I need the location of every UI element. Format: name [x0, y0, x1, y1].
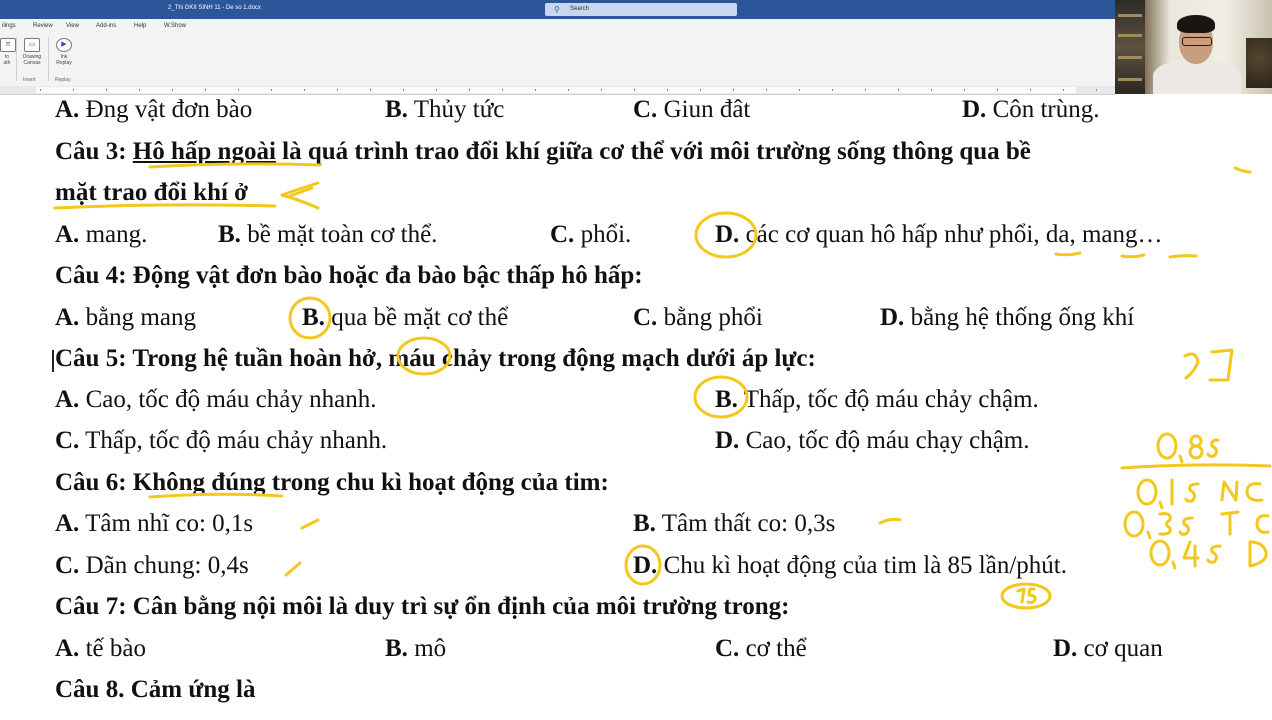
ink-replay-button[interactable]: ▶ Ink Replay	[52, 38, 76, 66]
ruler-tick	[139, 89, 140, 91]
ruler-tick	[271, 89, 272, 91]
text-cursor	[52, 350, 54, 372]
ruler-tick	[106, 89, 107, 91]
q7-option-b: B. mô	[385, 635, 447, 662]
tab-add-ins[interactable]: Add-ins	[96, 23, 116, 29]
q6-option-a: A. Tâm nhĩ co: 0,1s	[55, 510, 254, 537]
q6-question: Câu 6: Không đúng trong chu kì hoạt động…	[55, 469, 609, 496]
search-box[interactable]: ⚲ Search	[545, 3, 737, 16]
ruler-tick	[436, 89, 437, 91]
ruler-tick	[205, 89, 206, 91]
ruler-tick	[73, 89, 74, 91]
drawing-canvas-label: Drawing Canvas	[22, 54, 42, 66]
presenter-glasses	[1182, 37, 1212, 46]
ruler-tick	[568, 89, 569, 91]
q2-option-c: C. Giun đât	[633, 96, 751, 123]
q5-option-a: A. Cao, tốc độ máu chảy nhanh.	[55, 386, 377, 413]
ink-replay-label: Ink Replay	[56, 54, 72, 66]
drawing-canvas-button[interactable]: ▭ Drawing Canvas	[19, 38, 45, 66]
q7-question: Câu 7: Cân bằng nội môi là duy trì sự ổn…	[55, 593, 790, 620]
ruler-tick	[700, 89, 701, 91]
ruler-tick	[172, 89, 173, 91]
ruler-tick	[799, 89, 800, 91]
ruler-tick	[766, 89, 767, 91]
ruler-tick	[1030, 89, 1031, 91]
document-page[interactable]: A. Đng vật đơn bào B. Thủy tức C. Giun đ…	[0, 94, 1272, 720]
ruler-tick	[931, 89, 932, 91]
q4-option-b: B. qua bề mặt cơ thể	[302, 304, 509, 331]
math-icon: π	[0, 38, 16, 52]
q3-option-a: A. mang.	[55, 221, 148, 248]
ruler-tick	[535, 89, 536, 91]
presenter-hair	[1177, 15, 1215, 33]
ruler-tick	[964, 89, 965, 91]
search-icon: ⚲	[554, 5, 560, 14]
q5-option-c: C. Thấp, tốc độ máu chảy nhanh.	[55, 427, 388, 454]
group-insert-label: Insert	[23, 77, 36, 83]
ruler-tick	[304, 89, 305, 91]
q2-option-d: D. Côn trùng.	[962, 96, 1100, 123]
tab-view[interactable]: View	[66, 23, 79, 29]
ribbon-separator	[16, 37, 17, 81]
q6-option-b: B. Tâm thất co: 0,3s	[633, 510, 836, 537]
ruler-tick	[40, 89, 41, 91]
title-bar: 2_Thi GKII SINH 11 - De so 1.docx ⚲ Sear…	[0, 0, 1115, 19]
q2-option-b: B. Thủy tức	[385, 96, 505, 123]
q7-option-a: A. tế bào	[55, 635, 146, 662]
ruler-page-area	[36, 87, 1076, 93]
ribbon-separator	[48, 37, 49, 81]
ruler-tick	[469, 89, 470, 91]
replay-icon: ▶	[56, 38, 72, 52]
q3-option-b: B. bề mặt toàn cơ thể.	[218, 221, 438, 248]
q6-option-c: C. Dãn chung: 0,4s	[55, 552, 249, 579]
q6-option-d: D. Chu kì hoạt động của tim là 85 lần/ph…	[633, 552, 1067, 579]
search-placeholder: Search	[570, 6, 590, 12]
q4-option-a: A. bằng mang	[55, 304, 196, 331]
ruler-tick	[403, 89, 404, 91]
tab-review[interactable]: Review	[33, 23, 53, 29]
q3-question: Câu 3: Hô hấp ngoài là quá trình trao đổ…	[55, 138, 1031, 165]
q7-option-c: C. cơ thể	[715, 635, 807, 662]
q3-option-d: D. các cơ quan hô hấp như phổi, da, mang…	[715, 221, 1163, 248]
q5-option-d: D. Cao, tốc độ máu chạy chậm.	[715, 427, 1030, 454]
tab-help[interactable]: Help	[134, 23, 146, 29]
q5-question: Câu 5: Trong hệ tuần hoàn hở, máu chảy t…	[55, 345, 816, 372]
q8-question: Câu 8. Cảm ứng là	[55, 676, 256, 703]
ruler-tick	[370, 89, 371, 91]
presenter-shirt	[1153, 60, 1241, 94]
ruler-tick	[601, 89, 602, 91]
ruler-tick	[1096, 89, 1097, 91]
tab-wshow[interactable]: W.Show	[164, 23, 186, 29]
document-title: 2_Thi GKII SINH 11 - De so 1.docx	[168, 5, 261, 11]
q2-option-a: A. Đng vật đơn bào	[55, 96, 253, 123]
ribbon-tabs: ilings Review View Add-ins Help W.Show	[0, 19, 1115, 33]
ribbon: π to ath ▭ Drawing Canvas ▶ Ink Replay I…	[0, 33, 1115, 87]
ruler-tick	[502, 89, 503, 91]
ruler-tick	[337, 89, 338, 91]
ruler-tick	[733, 89, 734, 91]
q4-option-d: D. bằng hệ thống ống khí	[880, 304, 1135, 331]
ink-to-math-button[interactable]: π to ath	[0, 38, 16, 66]
q3-question-line2: mặt trao đổi khí ở	[55, 179, 249, 206]
ink-to-math-label: to ath	[3, 54, 11, 66]
ruler-tick	[865, 89, 866, 91]
group-replay-label: Replay	[55, 77, 71, 83]
q3-option-c: C. phổi.	[550, 221, 632, 248]
tab-mailings[interactable]: ilings	[2, 23, 16, 29]
ruler-tick	[634, 89, 635, 91]
q5-option-b: B. Thấp, tốc độ máu chảy chậm.	[715, 386, 1039, 413]
q7-option-d: D. cơ quan	[1053, 635, 1163, 662]
bookshelf	[1115, 0, 1145, 94]
ruler-tick	[997, 89, 998, 91]
q4-question: Câu 4: Động vật đơn bào hoặc đa bào bậc …	[55, 262, 643, 289]
ruler-tick	[1063, 89, 1064, 91]
ruler-tick	[898, 89, 899, 91]
q4-option-c: C. bằng phổi	[633, 304, 763, 331]
ruler-tick	[667, 89, 668, 91]
webcam-video	[1115, 0, 1272, 94]
ruler-tick	[832, 89, 833, 91]
ruler-tick	[238, 89, 239, 91]
drawing-canvas-icon: ▭	[24, 38, 40, 52]
background-plant	[1246, 38, 1272, 88]
